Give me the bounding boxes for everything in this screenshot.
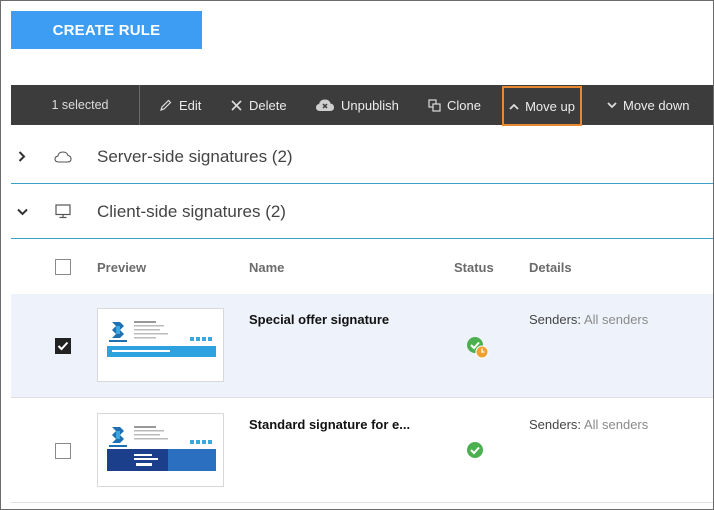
- selection-toolbar: 1 selected Edit Delete Unpublish Clone M…: [11, 85, 713, 126]
- signature-name[interactable]: Special offer signature: [249, 312, 389, 327]
- group-server-side[interactable]: Server-side signatures (2): [11, 130, 713, 184]
- group-title: Client-side signatures (2): [97, 201, 286, 221]
- table-row[interactable]: Special offer signature Senders: All sen…: [11, 294, 713, 398]
- clone-label: Clone: [447, 97, 481, 113]
- unpublish-button[interactable]: Unpublish: [315, 85, 399, 125]
- clone-button[interactable]: Clone: [427, 85, 481, 125]
- signature-name[interactable]: Standard signature for e...: [249, 417, 410, 432]
- column-header-name[interactable]: Name: [249, 241, 284, 293]
- monitor-icon: [53, 202, 73, 222]
- column-header-status[interactable]: Status: [454, 241, 494, 293]
- details-value: All senders: [583, 312, 649, 327]
- close-icon: [229, 98, 243, 112]
- move-up-label: Move up: [525, 98, 575, 114]
- move-up-button[interactable]: Move up: [502, 86, 582, 126]
- delete-button[interactable]: Delete: [229, 85, 287, 125]
- checkbox-checked[interactable]: [55, 338, 71, 354]
- status-published-pending-icon: [466, 336, 489, 359]
- app-window: CREATE RULE 1 selected Edit Delete Unpub…: [0, 0, 714, 510]
- unpublish-label: Unpublish: [341, 97, 399, 113]
- edit-label: Edit: [179, 97, 202, 113]
- create-rule-button[interactable]: CREATE RULE: [11, 11, 202, 49]
- chevron-down-icon: [607, 98, 617, 112]
- move-down-button[interactable]: Move down: [607, 85, 689, 125]
- cloud-remove-icon: [315, 98, 335, 112]
- details-label: Senders:: [529, 417, 582, 432]
- chevron-down-icon[interactable]: [15, 205, 29, 219]
- signature-preview-thumbnail[interactable]: [97, 413, 224, 487]
- row-checkbox[interactable]: [55, 443, 71, 459]
- column-header-preview[interactable]: Preview: [97, 241, 146, 293]
- group-client-side[interactable]: Client-side signatures (2): [11, 185, 713, 239]
- group-title: Server-side signatures (2): [97, 146, 293, 166]
- table-header: Preview Name Status Details: [11, 241, 713, 293]
- row-details: Senders: All senders: [529, 312, 648, 327]
- details-label: Senders:: [529, 312, 582, 327]
- table-row[interactable]: Standard signature for e... Senders: All…: [11, 399, 713, 503]
- toolbar-divider: [139, 85, 140, 125]
- row-checkbox[interactable]: [55, 338, 71, 354]
- checkbox[interactable]: [55, 259, 71, 275]
- delete-label: Delete: [249, 97, 287, 113]
- selected-count: 1 selected: [51, 98, 109, 112]
- cloud-icon: [53, 147, 73, 167]
- clone-icon: [427, 98, 441, 112]
- details-value: All senders: [583, 417, 649, 432]
- column-header-details[interactable]: Details: [529, 241, 572, 293]
- row-details: Senders: All senders: [529, 417, 648, 432]
- status-published-icon: [466, 441, 488, 463]
- checkbox[interactable]: [55, 443, 71, 459]
- chevron-right-icon[interactable]: [15, 150, 29, 164]
- signature-preview-thumbnail[interactable]: [97, 308, 224, 382]
- checkmark-icon: [57, 341, 69, 351]
- chevron-up-icon: [509, 99, 519, 113]
- move-down-label: Move down: [623, 97, 690, 113]
- pencil-icon: [159, 98, 173, 112]
- edit-button[interactable]: Edit: [159, 85, 201, 125]
- select-all-checkbox[interactable]: [55, 241, 71, 293]
